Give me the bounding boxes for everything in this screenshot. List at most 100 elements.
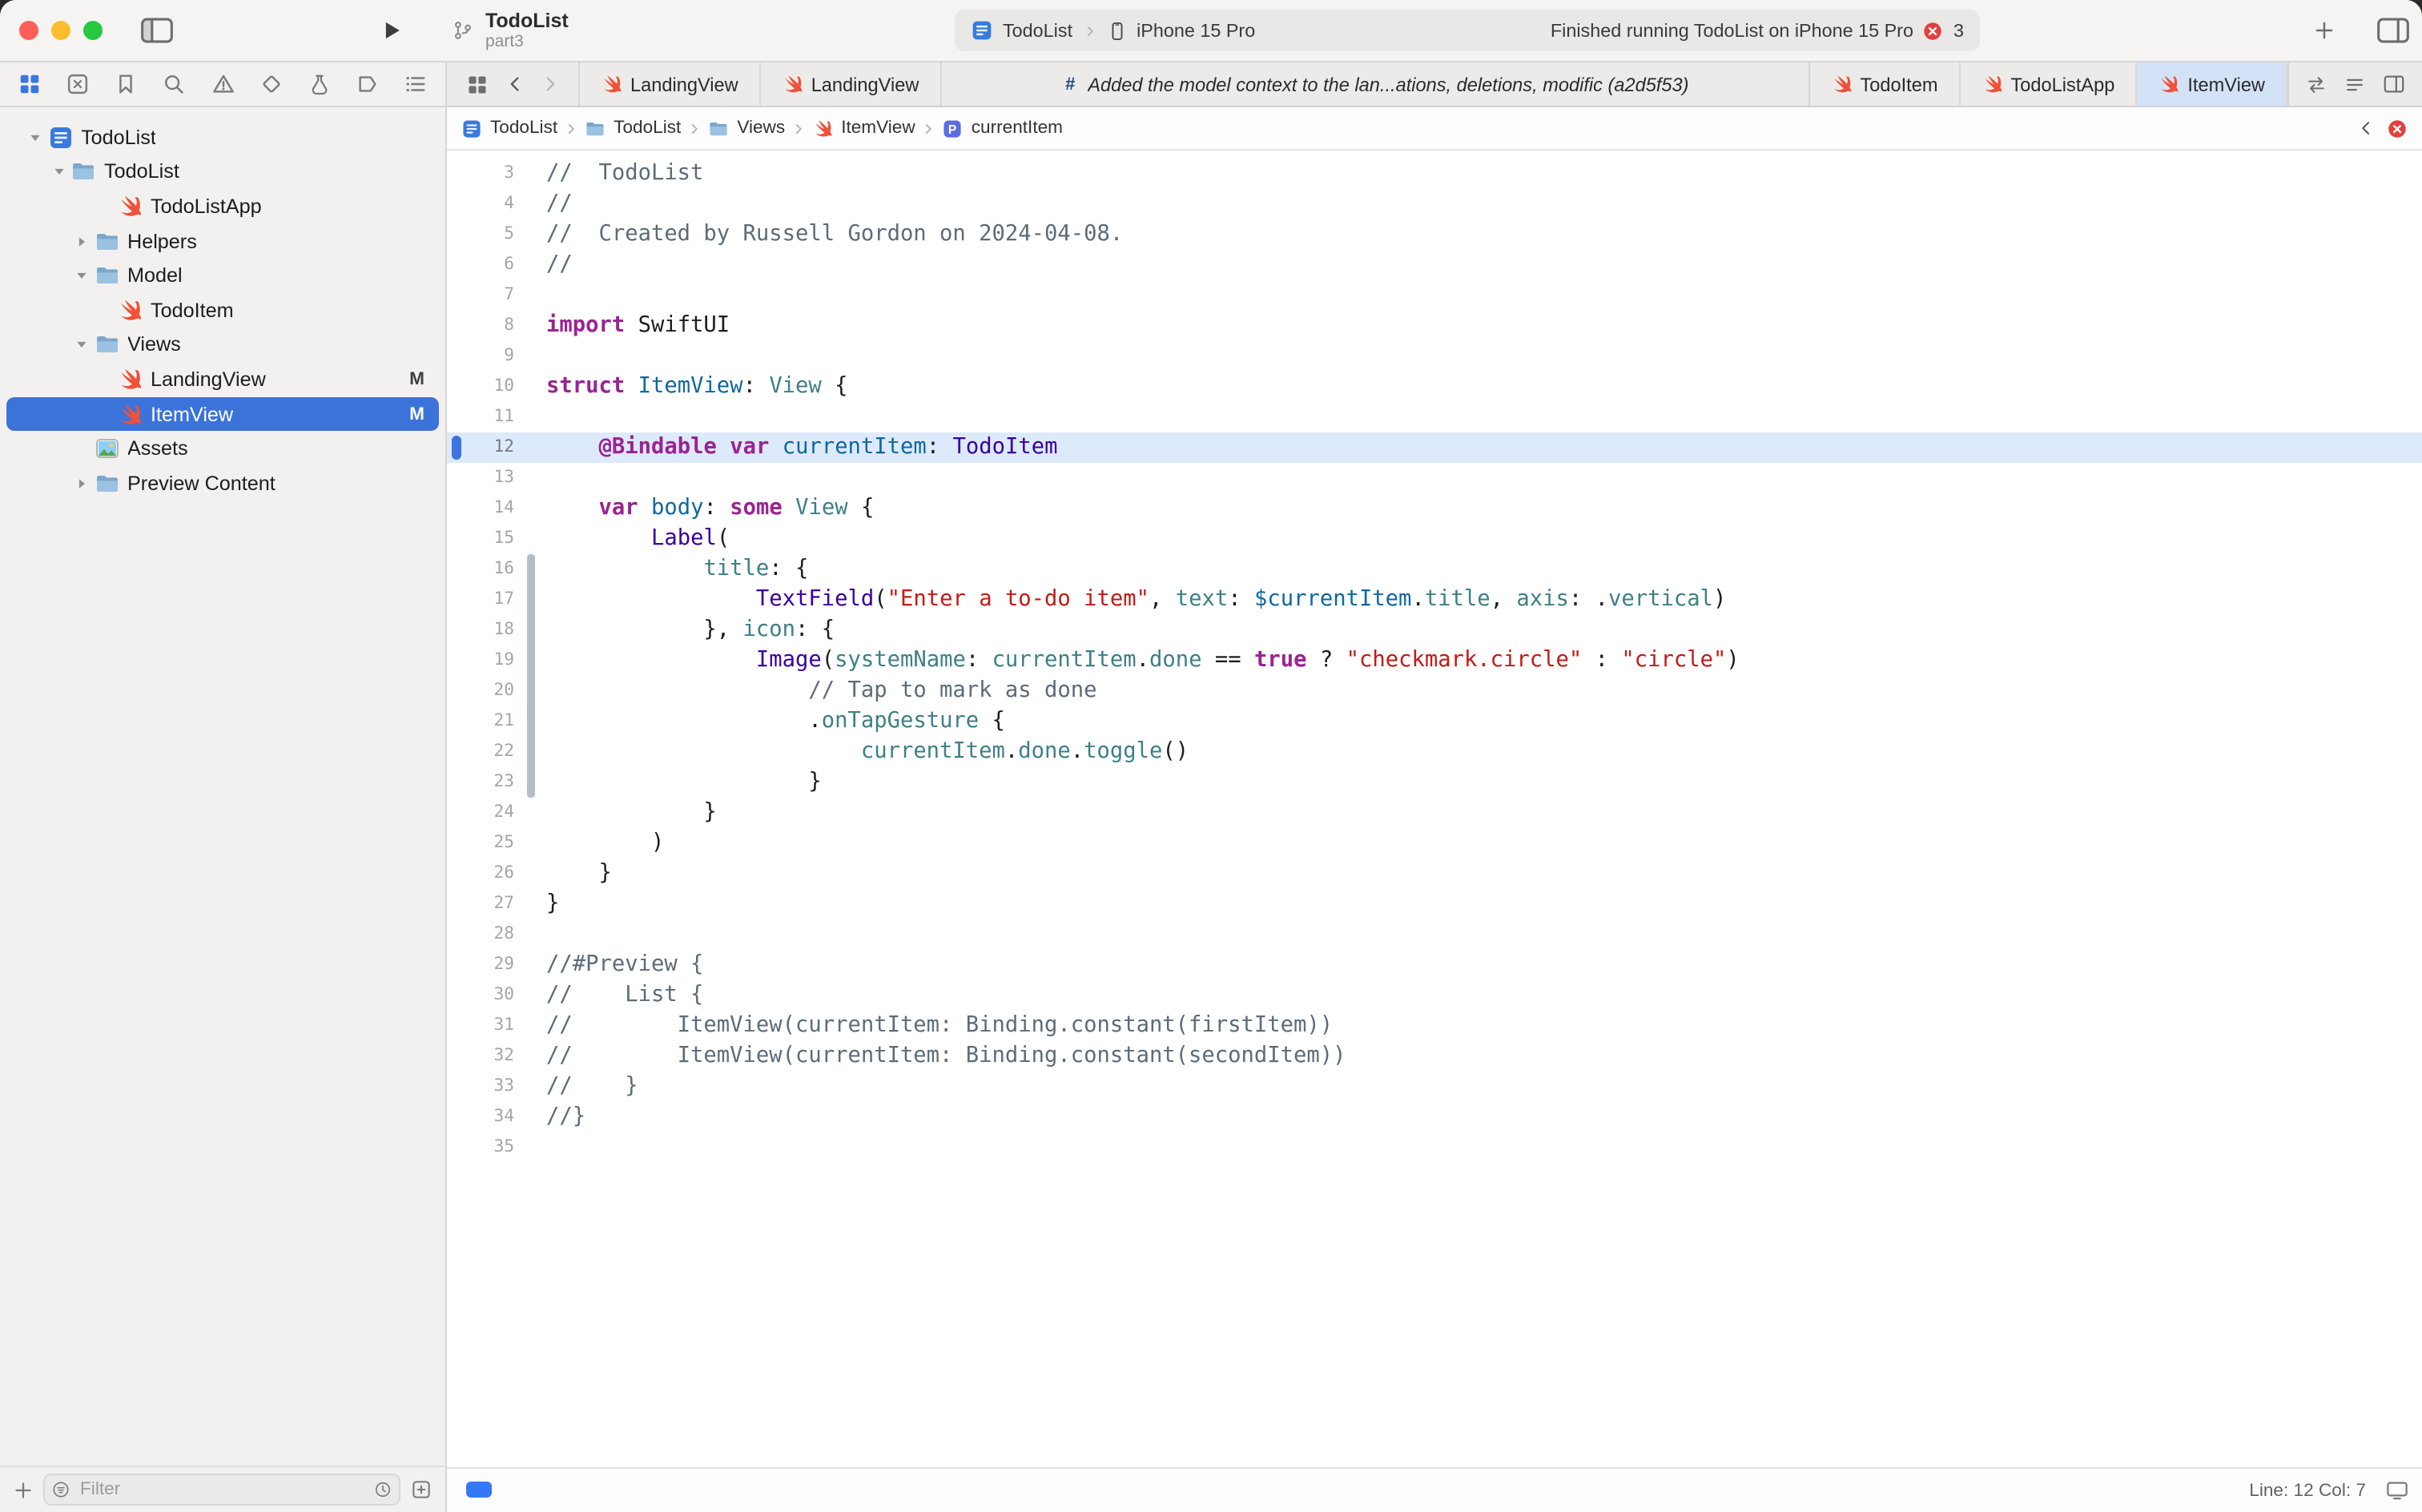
- line-number[interactable]: 19: [447, 645, 514, 676]
- line-number[interactable]: 15: [447, 524, 514, 554]
- code-editor[interactable]: 3// TodoList4//5// Created by Russell Go…: [447, 151, 2422, 1467]
- line-number[interactable]: 23: [447, 767, 514, 798]
- line-number[interactable]: 6: [447, 250, 514, 280]
- branch-icon: [452, 19, 474, 42]
- tab-todolistapp[interactable]: TodoListApp: [1961, 62, 2138, 106]
- tab-commit[interactable]: #Added the model context to the lan...at…: [941, 62, 1809, 106]
- jumpbar-item-todolist[interactable]: TodoList: [585, 118, 681, 139]
- run-destination[interactable]: iPhone 15 Pro: [1137, 20, 1255, 41]
- line-number[interactable]: 8: [447, 311, 514, 341]
- filter-options-icon[interactable]: [410, 1478, 432, 1501]
- toggle-navigator-button[interactable]: [141, 0, 173, 61]
- line-number[interactable]: 33: [447, 1072, 514, 1102]
- navigator-tests-icon[interactable]: [259, 72, 283, 96]
- line-number[interactable]: 30: [447, 980, 514, 1011]
- jumpbar-item-todolist[interactable]: TodoList: [461, 118, 557, 139]
- filter-field[interactable]: [43, 1474, 400, 1506]
- navigator-row-todolist[interactable]: TodoList: [6, 120, 439, 155]
- line-number[interactable]: 10: [447, 372, 514, 402]
- line-number[interactable]: 22: [447, 737, 514, 767]
- line-number[interactable]: 24: [447, 798, 514, 828]
- line-number[interactable]: 4: [447, 189, 514, 219]
- line-number[interactable]: 31: [447, 1011, 514, 1041]
- zoom-button[interactable]: [83, 21, 103, 40]
- editor-options-icon[interactable]: [2344, 73, 2366, 95]
- tab-todoitem[interactable]: TodoItem: [1809, 62, 1960, 106]
- line-number[interactable]: 11: [447, 402, 514, 432]
- tab-landingview[interactable]: LandingView: [580, 62, 761, 106]
- line-number[interactable]: 16: [447, 554, 514, 585]
- navigator-row-views[interactable]: Views: [6, 328, 439, 362]
- filter-input[interactable]: [77, 1478, 367, 1501]
- scheme-name[interactable]: TodoList: [1003, 20, 1072, 41]
- jumpbar-item-views[interactable]: Views: [708, 118, 785, 139]
- add-editor-icon[interactable]: [2382, 72, 2406, 96]
- line-number[interactable]: 34: [447, 1102, 514, 1132]
- navigator-row-assets[interactable]: Assets: [6, 432, 439, 466]
- navigator-source-control-icon[interactable]: [66, 72, 90, 96]
- line-number[interactable]: 29: [447, 950, 514, 980]
- tab-itemview[interactable]: ItemView: [2137, 62, 2287, 106]
- line-number[interactable]: 17: [447, 585, 514, 615]
- line-number[interactable]: 27: [447, 889, 514, 919]
- disclosure-closed-icon[interactable]: [70, 475, 94, 491]
- add-button[interactable]: [2313, 0, 2336, 61]
- line-number[interactable]: 26: [447, 859, 514, 889]
- navigator-row-todolistapp[interactable]: TodoListApp: [6, 189, 439, 223]
- line-number[interactable]: 5: [447, 219, 514, 250]
- navigator-row-preview-content[interactable]: Preview Content: [6, 466, 439, 501]
- disclosure-open-icon[interactable]: [23, 130, 47, 146]
- navigator-row-itemview[interactable]: ItemViewM: [6, 397, 439, 432]
- disclosure-open-icon[interactable]: [70, 267, 94, 284]
- line-number[interactable]: 32: [447, 1041, 514, 1072]
- navigator-reports-icon[interactable]: [404, 72, 428, 96]
- chevron-right-icon: [1082, 23, 1096, 38]
- error-count[interactable]: 3: [1953, 20, 1964, 41]
- back-button[interactable]: [506, 75, 524, 93]
- line-number[interactable]: 13: [447, 463, 514, 493]
- forward-button[interactable]: [541, 75, 559, 93]
- close-button[interactable]: [19, 21, 38, 40]
- toggle-inspector-button[interactable]: [2377, 0, 2409, 61]
- navigator-issues-icon[interactable]: [211, 72, 235, 96]
- recent-files-icon[interactable]: [373, 1480, 392, 1499]
- navigator-row-model[interactable]: Model: [6, 259, 439, 293]
- line-number[interactable]: 3: [447, 159, 514, 189]
- minimize-button[interactable]: [51, 21, 70, 40]
- disclosure-open-icon[interactable]: [46, 164, 70, 180]
- line-number[interactable]: 18: [447, 615, 514, 645]
- line-number[interactable]: 14: [447, 493, 514, 524]
- navigator-row-todoitem[interactable]: TodoItem: [6, 293, 439, 328]
- line-number[interactable]: 9: [447, 341, 514, 372]
- branch-name: part3: [485, 32, 569, 51]
- disclosure-open-icon[interactable]: [70, 337, 94, 353]
- activity-view[interactable]: TodoList iPhone 15 Pro Finished running …: [955, 10, 1980, 51]
- jumpbar-item-itemview[interactable]: ItemView: [812, 118, 915, 139]
- code-review-icon[interactable]: [2305, 73, 2327, 95]
- navigator-row-landingview[interactable]: LandingViewM: [6, 362, 439, 396]
- disclosure-closed-icon[interactable]: [70, 233, 94, 249]
- line-number[interactable]: 7: [447, 280, 514, 311]
- source-control-change-bar[interactable]: [527, 554, 534, 798]
- navigator-find-icon[interactable]: [163, 72, 187, 96]
- display-icon[interactable]: [2385, 1478, 2409, 1502]
- add-file-button[interactable]: [13, 1479, 34, 1500]
- line-number[interactable]: 20: [447, 676, 514, 706]
- navigator-debug-icon[interactable]: [308, 72, 332, 96]
- navigator-breakpoints-icon[interactable]: [356, 72, 380, 96]
- jumpbar-error-icon[interactable]: [2387, 118, 2408, 139]
- navigator-bookmarks-icon[interactable]: [115, 72, 139, 96]
- jumpbar-back-icon[interactable]: [2358, 120, 2374, 136]
- navigator-row-todolist[interactable]: TodoList: [6, 155, 439, 189]
- tab-landingview[interactable]: LandingView: [761, 62, 942, 106]
- line-number[interactable]: 28: [447, 919, 514, 950]
- run-button[interactable]: [380, 0, 404, 61]
- line-number[interactable]: 35: [447, 1132, 514, 1163]
- line-number[interactable]: 21: [447, 706, 514, 737]
- jumpbar-item-currentitem[interactable]: PcurrentItem: [943, 118, 1063, 139]
- navigator-project-navigator-icon[interactable]: [18, 72, 42, 96]
- error-badge-icon[interactable]: [1923, 20, 1944, 41]
- line-number[interactable]: 25: [447, 828, 514, 859]
- related-items-icon[interactable]: [466, 73, 489, 95]
- navigator-row-helpers[interactable]: Helpers: [6, 224, 439, 259]
